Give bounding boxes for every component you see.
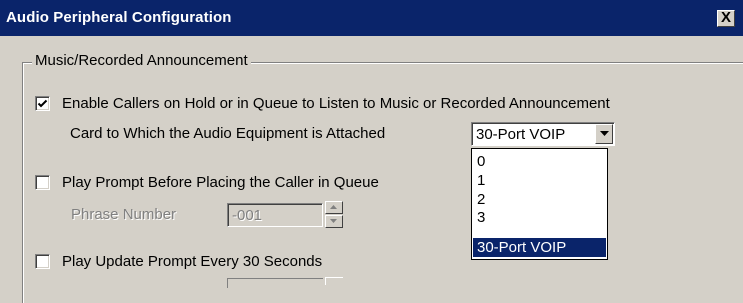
close-button[interactable]: X <box>717 10 735 27</box>
phrase-number-value: -001 <box>232 207 263 224</box>
title-bar: Audio Peripheral Configuration X <box>0 0 743 36</box>
enable-music-row[interactable]: Enable Callers on Hold or in Queue to Li… <box>35 95 610 112</box>
partial-input-field[interactable] <box>227 278 323 288</box>
card-option-1[interactable]: 1 <box>473 171 606 190</box>
card-option-0[interactable]: 0 <box>473 152 606 171</box>
card-option-3[interactable]: 3 <box>473 208 606 227</box>
card-option-2[interactable]: 2 <box>473 190 606 209</box>
update-prompt-checkbox[interactable] <box>35 254 50 269</box>
card-select-dropdown-button[interactable] <box>595 124 613 144</box>
update-prompt-label: Play Update Prompt Every 30 Seconds <box>62 253 323 270</box>
play-prompt-row[interactable]: Play Prompt Before Placing the Caller in… <box>35 174 379 191</box>
window-title: Audio Peripheral Configuration <box>6 9 232 26</box>
card-select-value: 30-Port VOIP <box>476 126 566 143</box>
enable-music-checkbox[interactable] <box>35 96 50 111</box>
play-prompt-checkbox[interactable] <box>35 175 50 190</box>
close-icon: X <box>720 9 731 26</box>
update-prompt-row[interactable]: Play Update Prompt Every 30 Seconds <box>35 253 322 270</box>
partial-spin-button[interactable] <box>325 277 343 285</box>
spin-down-icon <box>330 219 337 223</box>
card-dropdown-list: 0 1 2 3 30-Port VOIP <box>471 148 608 260</box>
phrase-spin-up-button[interactable] <box>325 201 343 214</box>
spin-up-icon <box>330 205 337 209</box>
phrase-number-label: Phrase Number <box>71 206 177 223</box>
card-option-30-port-voip[interactable]: 30-Port VOIP <box>473 238 606 257</box>
card-label: Card to Which the Audio Equipment is Att… <box>70 125 386 142</box>
enable-music-label: Enable Callers on Hold or in Queue to Li… <box>62 95 610 112</box>
play-prompt-label: Play Prompt Before Placing the Caller in… <box>62 174 379 191</box>
card-select[interactable]: 30-Port VOIP <box>471 122 615 146</box>
chevron-down-icon <box>600 131 609 136</box>
checkmark-icon <box>37 99 48 108</box>
phrase-spin-down-button[interactable] <box>325 215 343 228</box>
phrase-number-input[interactable]: -001 <box>227 203 323 227</box>
group-legend: Music/Recorded Announcement <box>32 52 251 69</box>
